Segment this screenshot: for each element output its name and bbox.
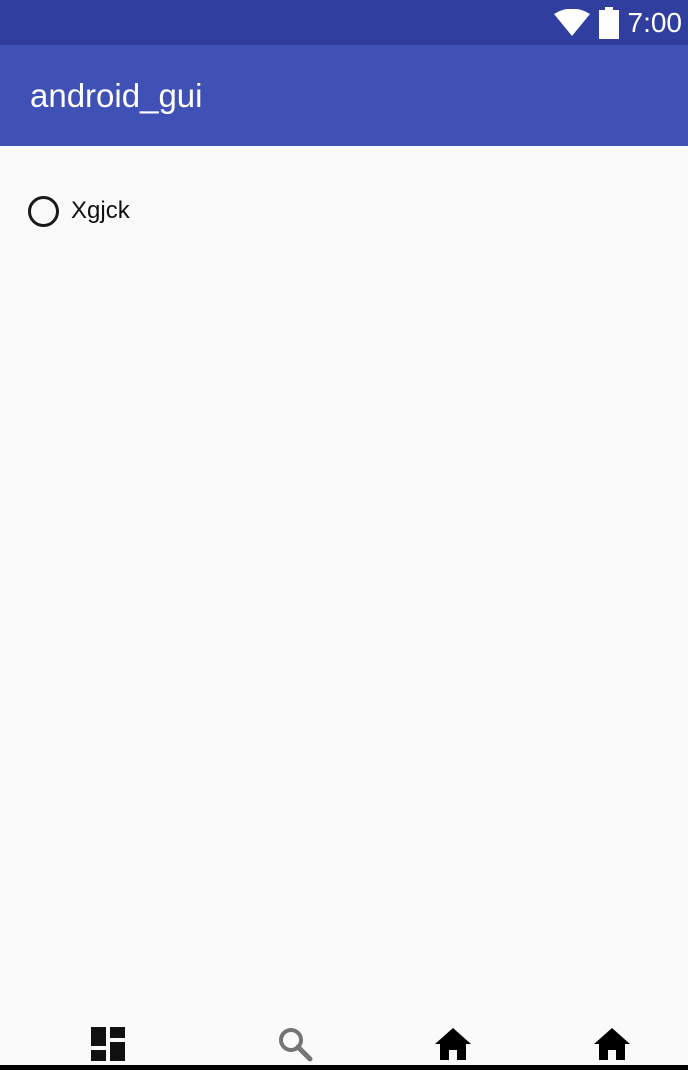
- radio-label: Xgjck: [71, 197, 130, 224]
- home-icon: [594, 1028, 630, 1060]
- search-icon: [279, 1028, 313, 1062]
- radio-button-unchecked-icon[interactable]: [28, 195, 59, 227]
- nav-item-search[interactable]: [275, 1024, 315, 1064]
- battery-icon: [598, 6, 619, 39]
- nav-item-home-1[interactable]: [433, 1024, 473, 1064]
- radio-option-xgjck[interactable]: Xgjck: [28, 192, 130, 230]
- nav-item-home-2[interactable]: [592, 1024, 632, 1064]
- dashboard-icon: [91, 1027, 125, 1061]
- wifi-icon: [553, 8, 590, 36]
- status-bar: 7:00: [0, 0, 688, 45]
- status-icons: 7:00: [553, 0, 683, 45]
- status-time: 7:00: [627, 7, 683, 38]
- app-bar: android_gui: [0, 45, 688, 146]
- app-title: android_gui: [30, 77, 203, 114]
- home-icon: [435, 1028, 471, 1060]
- bottom-divider: [0, 1065, 688, 1070]
- main-content: Xgjck: [0, 146, 688, 1016]
- bottom-navigation: [0, 1016, 688, 1070]
- nav-item-dashboard[interactable]: [88, 1024, 128, 1064]
